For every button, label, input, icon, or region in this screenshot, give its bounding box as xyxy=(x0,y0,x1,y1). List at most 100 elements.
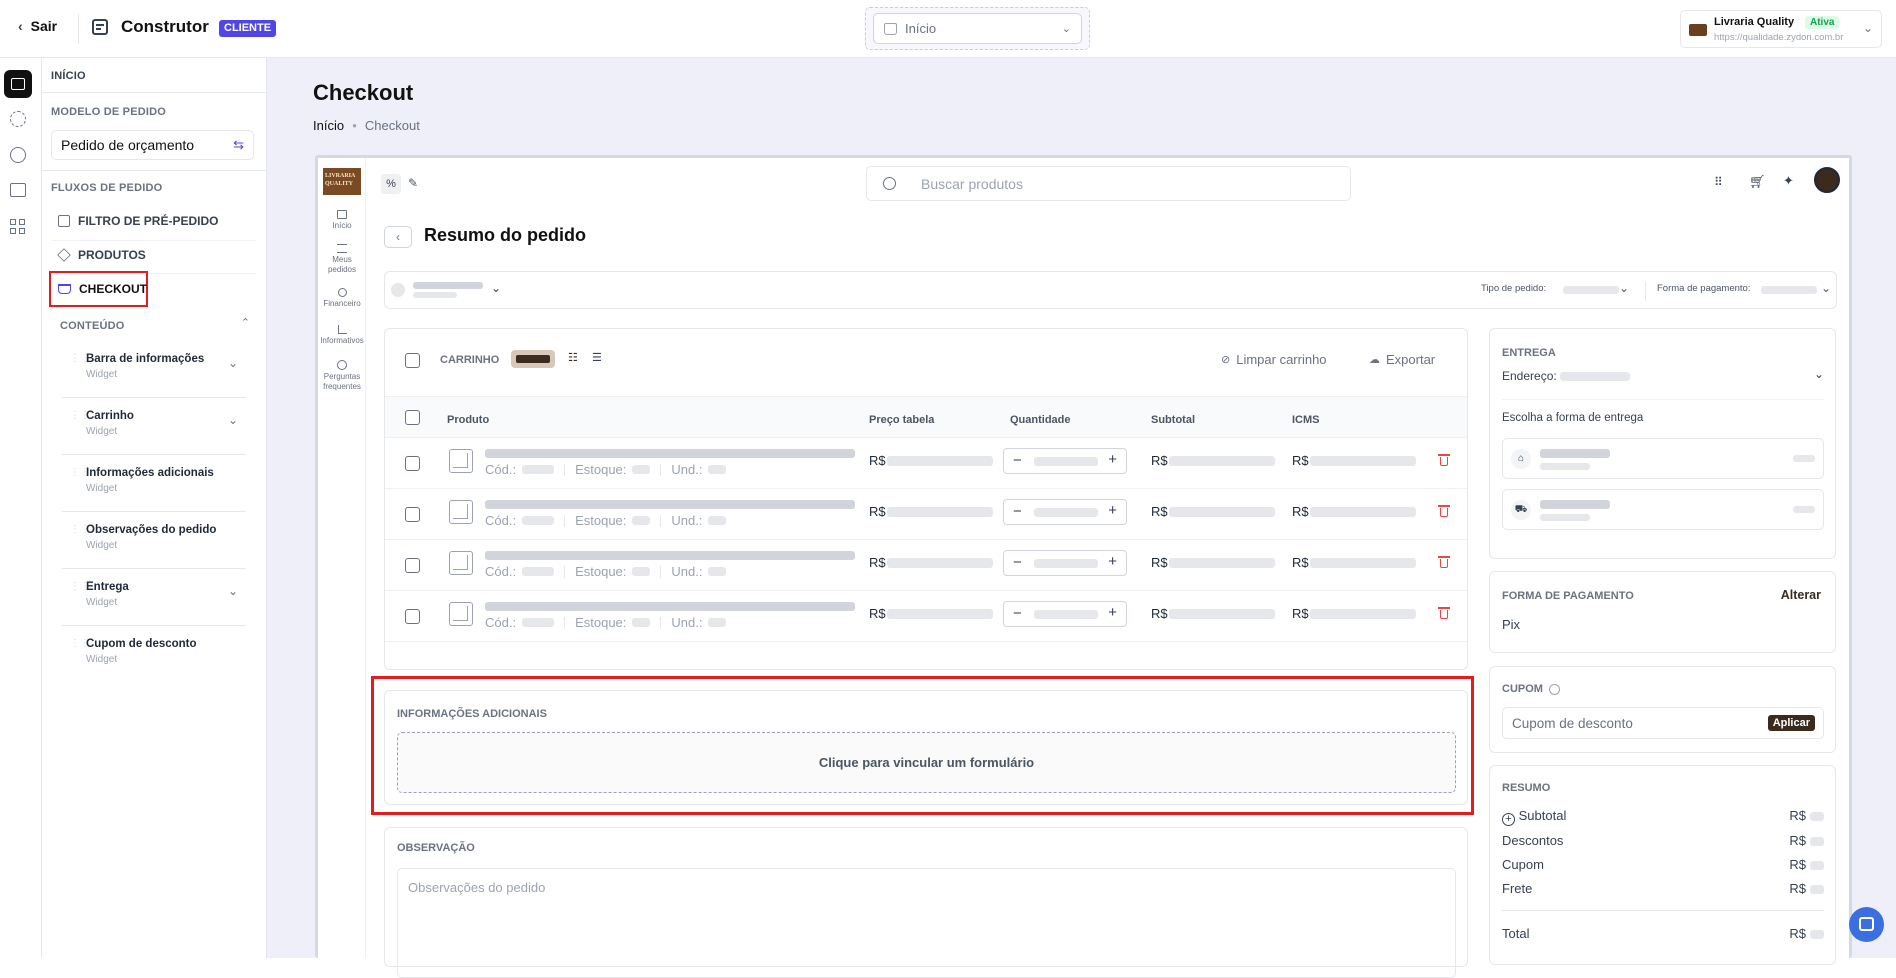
modelo-select[interactable]: Pedido de orçamento ⇆ xyxy=(51,130,254,160)
widget-carrinho[interactable]: ⋮⋮ Carrinho Widget ⌄ xyxy=(62,399,246,455)
preview-nav-pedidos[interactable]: Meus pedidos xyxy=(318,244,366,275)
plus-icon[interactable]: + xyxy=(1108,451,1117,468)
plus-icon[interactable]: + xyxy=(1108,553,1117,570)
forma-pagamento-select[interactable]: Forma de pagamento: ⌄ xyxy=(1657,281,1831,299)
value-skeleton xyxy=(1810,861,1824,870)
value-skeleton xyxy=(1810,812,1824,821)
minus-icon[interactable]: − xyxy=(1013,605,1022,622)
select-all-rows-checkbox[interactable] xyxy=(405,410,420,425)
drag-handle-icon[interactable]: ⋮⋮ xyxy=(70,468,90,484)
resumo-card: RESUMO + Subtotal R$ Descontos R$ Cupom … xyxy=(1489,765,1836,965)
trash-icon[interactable] xyxy=(1438,606,1450,620)
user-selector[interactable]: ⌄ xyxy=(391,281,506,301)
avatar[interactable] xyxy=(1814,167,1840,193)
sidebar-inicio[interactable]: INÍCIO xyxy=(51,70,86,82)
und-skeleton xyxy=(708,618,727,627)
conteudo-toggle[interactable]: CONTEÚDO ⌃ xyxy=(60,316,250,334)
apps-icon[interactable] xyxy=(10,219,26,235)
minus-icon[interactable]: − xyxy=(1013,452,1022,469)
row-checkbox[interactable] xyxy=(405,558,420,573)
preview-nav-inicio[interactable]: Início xyxy=(318,210,366,230)
cart-icon[interactable]: 🛒︎ xyxy=(1749,174,1766,190)
plus-circle-icon[interactable]: + xyxy=(1502,813,1515,826)
select-all-checkbox[interactable] xyxy=(405,353,420,368)
store-logo: LIVRARIA QUALITY xyxy=(323,168,361,195)
quantity-stepper[interactable]: − + xyxy=(1003,601,1127,627)
widget-entrega[interactable]: ⋮⋮ Entrega Widget ⌄ xyxy=(62,570,246,626)
sidebar-item-checkout[interactable]: CHECKOUT xyxy=(58,274,147,304)
pagamento-change-button[interactable]: Alterar xyxy=(1781,588,1821,602)
trash-icon[interactable] xyxy=(1438,504,1450,518)
order-back-button[interactable]: ‹ xyxy=(384,226,412,248)
chevron-down-icon[interactable]: ⌄ xyxy=(228,584,238,598)
top-bar: ‹ Sair Construtor CLIENTE Início ⌄ Livra… xyxy=(0,0,1896,58)
drag-handle-icon[interactable]: ⋮⋮ xyxy=(70,411,90,427)
tipo-pedido-select[interactable]: Tipo de pedido: ⌄ xyxy=(1481,281,1629,299)
cod-label: Cód.: xyxy=(485,615,517,630)
chat-button[interactable] xyxy=(1849,907,1884,942)
back-button[interactable]: ‹ Sair xyxy=(18,18,57,34)
palette-icon[interactable] xyxy=(10,147,26,163)
gear-icon[interactable] xyxy=(10,111,26,127)
store-name: Livraria Quality xyxy=(1714,16,1795,28)
chevron-down-icon[interactable]: ⌄ xyxy=(228,413,238,427)
chevron-down-icon[interactable]: ⌄ xyxy=(228,356,238,370)
row-checkbox[interactable] xyxy=(405,456,420,471)
trash-icon[interactable] xyxy=(1438,555,1450,569)
clear-cart-button[interactable]: ⊘ Limpar carrinho xyxy=(1221,352,1327,367)
und-label: Und.: xyxy=(671,564,703,579)
drag-handle-icon[interactable]: ⋮⋮ xyxy=(70,354,90,370)
minus-icon[interactable]: − xyxy=(1013,503,1022,520)
list-view-icon[interactable]: ☷ xyxy=(568,351,578,364)
quantity-stepper[interactable]: − + xyxy=(1003,550,1127,576)
drag-handle-icon[interactable]: ⋮⋮ xyxy=(70,582,90,598)
plus-icon[interactable]: + xyxy=(1108,502,1117,519)
preview-nav-financeiro[interactable]: Financeiro xyxy=(318,288,366,308)
export-button[interactable]: ☁ Exportar xyxy=(1369,352,1435,367)
trash-icon[interactable] xyxy=(1438,453,1450,467)
discount-toggle[interactable]: % xyxy=(381,174,401,194)
page-select-value: Início xyxy=(905,21,937,36)
quantity-stepper[interactable]: − + xyxy=(1003,499,1127,525)
widget-barra-informacoes[interactable]: ⋮⋮ Barra de informações Widget ⌄ xyxy=(62,342,246,398)
entrega-option-transporte[interactable]: ⛟ xyxy=(1502,489,1824,530)
link-form-area[interactable]: Clique para vincular um formulário xyxy=(397,732,1456,793)
row-checkbox[interactable] xyxy=(405,507,420,522)
breadcrumb-home[interactable]: Início xyxy=(313,118,344,133)
sparkle-icon[interactable]: ✦ xyxy=(1783,173,1794,189)
quantity-stepper[interactable]: − + xyxy=(1003,448,1127,474)
cupom-apply-button[interactable]: Aplicar xyxy=(1767,715,1815,731)
obs-textarea[interactable]: Observações do pedido xyxy=(397,868,1456,978)
product-search[interactable]: Buscar produtos xyxy=(866,166,1351,201)
drag-handle-icon[interactable]: ⋮⋮ xyxy=(70,639,90,655)
widget-observacoes[interactable]: ⋮⋮ Observações do pedido Widget xyxy=(62,513,246,569)
plus-icon[interactable]: + xyxy=(1108,604,1117,621)
drag-handle-icon[interactable]: ⋮⋮ xyxy=(70,525,90,541)
swap-icon: ⇆ xyxy=(233,137,244,152)
grid-icon[interactable]: ⠿ xyxy=(1714,175,1723,189)
row-checkbox[interactable] xyxy=(405,609,420,624)
pencil-icon[interactable]: ✎ xyxy=(408,176,418,190)
cod-skeleton xyxy=(522,465,555,474)
compact-view-icon[interactable]: ☰ xyxy=(592,351,602,364)
product-box-icon xyxy=(449,602,473,626)
widget-informacoes-adicionais[interactable]: ⋮⋮ Informações adicionais Widget xyxy=(62,456,246,512)
layout-icon[interactable] xyxy=(4,70,32,98)
preview-nav-informativos[interactable]: Informativos xyxy=(318,325,366,345)
value-skeleton xyxy=(1810,837,1824,846)
sidebar-item-produtos[interactable]: PRODUTOS xyxy=(57,240,146,270)
preview-nav-faq[interactable]: Perguntas frequentes xyxy=(318,360,366,392)
preview-nav: LIVRARIA QUALITY Início Meus pedidos Fin… xyxy=(318,158,366,958)
estoque-skeleton xyxy=(632,516,651,525)
sidebar-item-filtro[interactable]: FILTRO DE PRÉ-PEDIDO xyxy=(58,206,218,236)
cupom-input[interactable]: Cupom de desconto Aplicar xyxy=(1502,707,1824,739)
endereco-select[interactable]: Endereço: ⌄ xyxy=(1502,367,1824,385)
widget-cupom[interactable]: ⋮⋮ Cupom de desconto Widget xyxy=(62,627,246,683)
store-selector[interactable]: Livraria Quality Ativa https://qualidade… xyxy=(1680,10,1882,48)
page-select[interactable]: Início ⌄ xyxy=(873,13,1082,44)
view-toggle-card[interactable] xyxy=(511,350,555,368)
info-icon[interactable] xyxy=(1548,683,1560,695)
store-icon[interactable] xyxy=(10,183,26,197)
entrega-option-retirada[interactable]: ⌂ xyxy=(1502,438,1824,479)
minus-icon[interactable]: − xyxy=(1013,554,1022,571)
